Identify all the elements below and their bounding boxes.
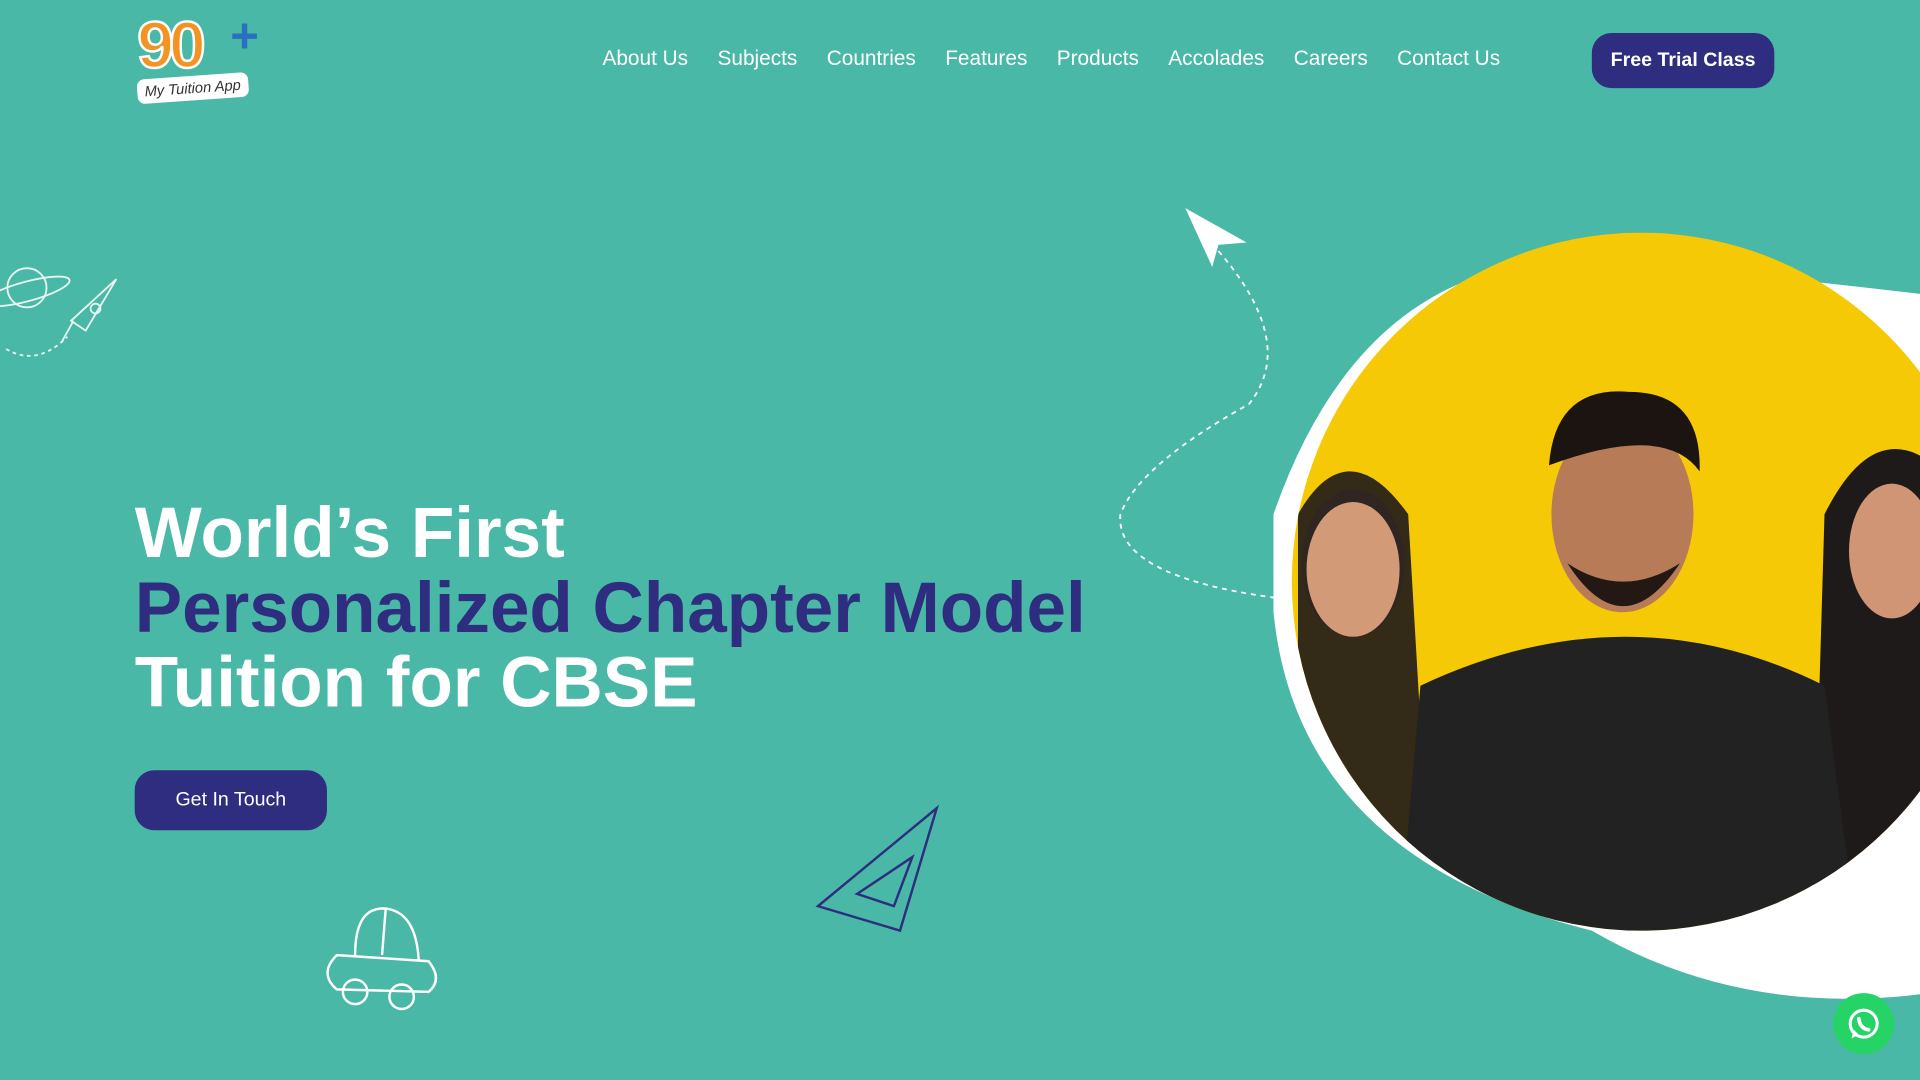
- planet-rocket-doodle: [0, 267, 118, 357]
- dashed-flight-path: [1119, 250, 1274, 599]
- whatsapp-button[interactable]: [1833, 993, 1895, 1055]
- hero-line-3: Tuition for CBSE: [134, 642, 698, 723]
- hero-heading: World’s First Personalized Chapter Model…: [135, 496, 1086, 720]
- teachers-photo: [1291, 232, 1920, 931]
- hero-line-1: World’s First: [134, 493, 565, 574]
- paper-plane-icon: [1185, 208, 1247, 267]
- whatsapp-icon: [1848, 1008, 1879, 1039]
- set-square-icon: [815, 804, 940, 933]
- get-in-touch-button[interactable]: Get In Touch: [134, 770, 327, 831]
- car-doodle: [326, 907, 438, 1011]
- hero-line-2: Personalized Chapter Model: [134, 568, 1086, 648]
